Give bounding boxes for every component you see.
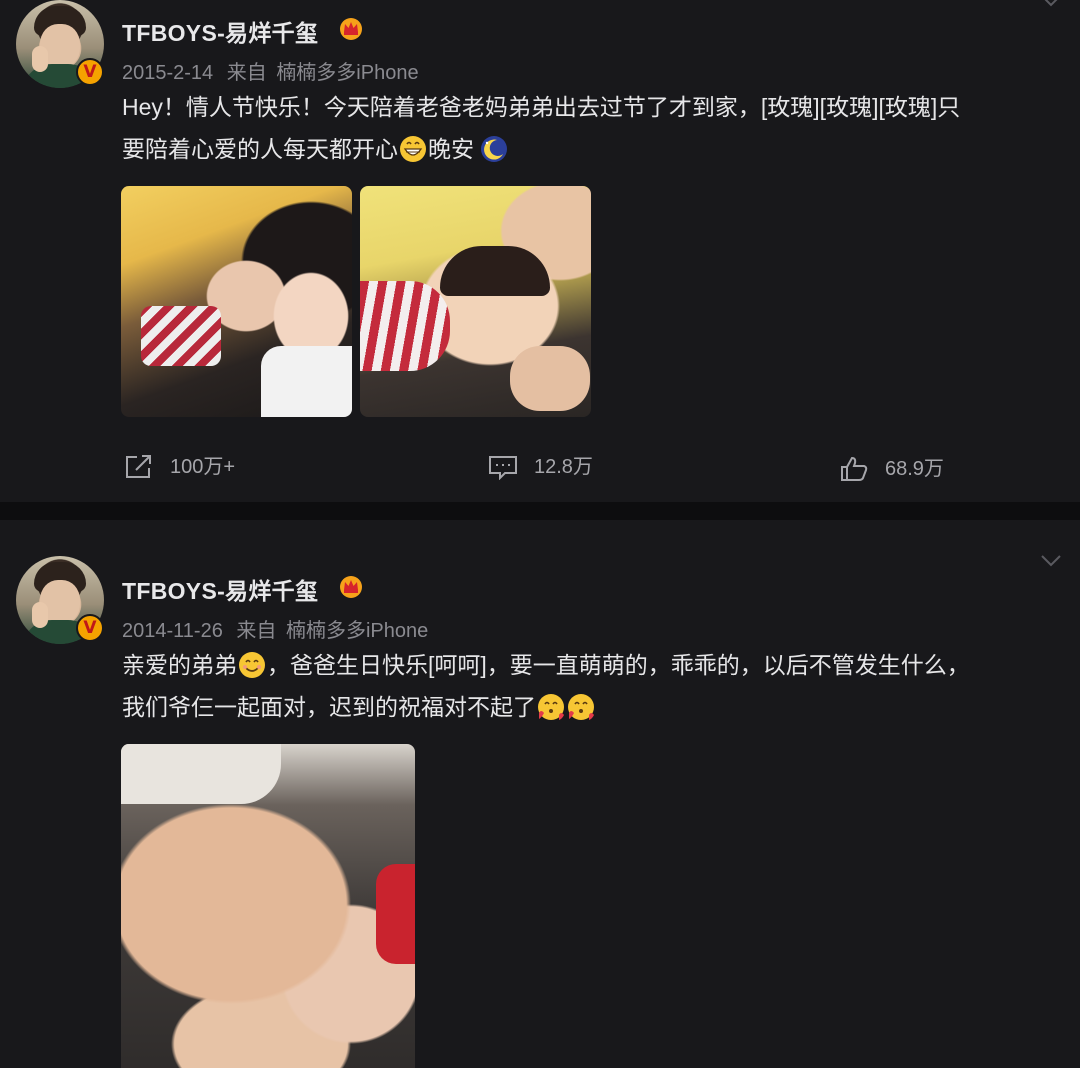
heart-face-emoji-icon [538,694,564,720]
comment-count: 12.8万 [534,456,593,478]
post-text-line: 要陪着心爱的人每天都开心 晚安 [122,128,1057,170]
weibo-feed: V TFBOYS-易烊千玺 2015-2-14 来自 楠楠多多iPhone He… [0,0,1080,1068]
grin-emoji-icon [400,136,426,162]
username[interactable]: TFBOYS-易烊千玺 [122,572,318,606]
post-card: V TFBOYS-易烊千玺 2015-2-14 来自 楠楠多多iPhone He… [0,0,1080,502]
post-photo[interactable] [121,744,415,1068]
post-meta: 2014-11-26 来自 楠楠多多iPhone [122,614,436,643]
post-source[interactable]: 楠楠多多iPhone [276,62,418,84]
post-text-segment: ，爸爸生日快乐[呵呵]，要一直萌萌的，乖乖的，以后不管发生什么， [267,652,970,678]
repost-count: 100万+ [170,456,236,478]
post-photo[interactable] [360,186,591,417]
post-text-segment: 晚安 [428,136,474,162]
share-icon [126,455,151,478]
post-text-segment: 亲爱的弟弟 [122,652,237,678]
like-count: 68.9万 [885,458,944,480]
post-text-segment: 我们爷仨一起面对，迟到的祝福对不起了 [122,694,536,720]
chevron-down-icon[interactable] [1040,0,1062,8]
post-date[interactable]: 2015-2-14 [122,62,213,84]
thumbs-up-icon [841,456,868,481]
post-card: V TFBOYS-易烊千玺 2014-11-26 来自 楠楠多多iPhone 亲… [0,520,1080,1068]
post-source[interactable]: 楠楠多多iPhone [286,620,428,642]
source-prefix: 来自 [236,620,277,642]
post-text: Hey！情人节快乐！今天陪着老爸老妈弟弟出去过节了才到家，[玫瑰][玫瑰][玫瑰… [122,86,1057,170]
verified-badge-icon: V [76,58,104,86]
like-button[interactable]: 68.9万 [839,455,979,483]
post-text: 亲爱的弟弟 ，爸爸生日快乐[呵呵]，要一直萌萌的，乖乖的，以后不管发生什么， 我… [122,644,1057,728]
chevron-down-icon[interactable] [1040,554,1062,568]
post-photo[interactable] [121,186,352,417]
crown-icon [340,18,362,40]
post-text-line: 我们爷仨一起面对，迟到的祝福对不起了 [122,686,1057,728]
post-text-line: Hey！情人节快乐！今天陪着老爸老妈弟弟出去过节了才到家，[玫瑰][玫瑰][玫瑰… [122,94,961,120]
post-meta: 2015-2-14 来自 楠楠多多iPhone [122,56,427,85]
repost-button[interactable]: 100万+ [124,453,264,481]
username[interactable]: TFBOYS-易烊千玺 [122,14,318,48]
source-prefix: 来自 [226,62,267,84]
smile-emoji-icon [239,652,265,678]
post-separator [0,502,1080,520]
comment-icon [489,456,517,480]
crown-icon [340,576,362,598]
verified-badge-icon: V [76,614,104,642]
post-date[interactable]: 2014-11-26 [122,620,223,642]
heart-face-emoji-icon [568,694,594,720]
post-text-line: 亲爱的弟弟 ，爸爸生日快乐[呵呵]，要一直萌萌的，乖乖的，以后不管发生什么， [122,644,1057,686]
comment-button[interactable]: 12.8万 [488,453,628,481]
post-text-segment: 要陪着心爱的人每天都开心 [122,136,398,162]
moon-emoji-icon [481,136,507,162]
